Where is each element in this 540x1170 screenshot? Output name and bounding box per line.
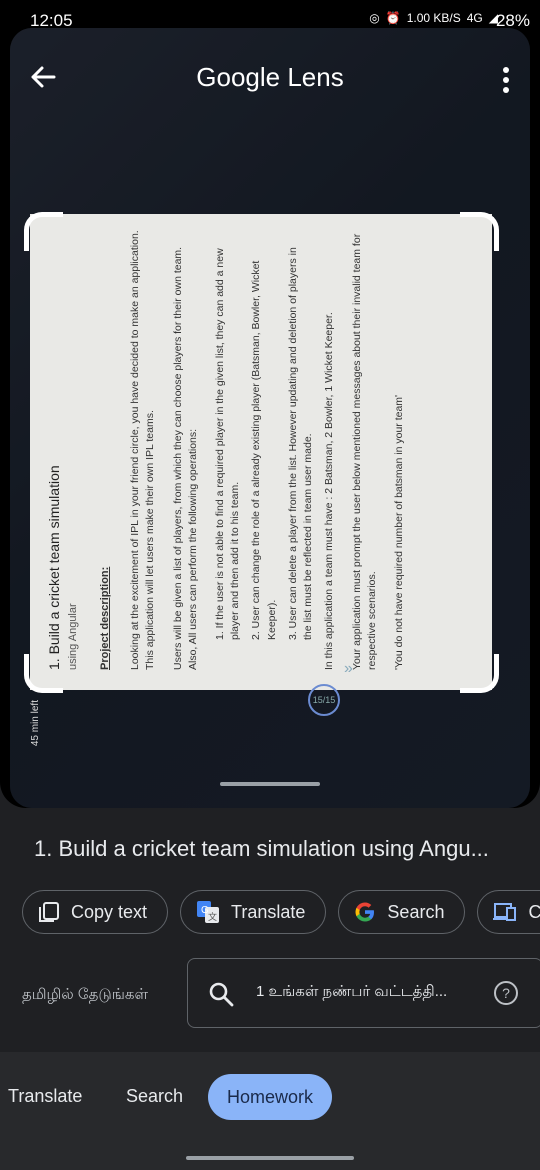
copy-icon [39,902,59,922]
data-rate: 1.00 KB/S [406,11,461,25]
app-title: Google Lens [196,62,344,92]
chip-label: Translate [231,901,306,922]
status-bar: 12:05 ◎ ⏰ 1.00 KB/S 4G ◢ 28% [0,0,540,42]
copy-text-chip[interactable]: Copy text [22,890,169,934]
paragraph: Looking at the excitement of IPL in your… [129,230,157,670]
more-options-icon[interactable] [502,66,510,94]
home-indicator[interactable] [186,1156,354,1160]
svg-text:文: 文 [208,911,217,922]
action-chips: Copy text G 文 Translate Search C [22,890,540,934]
tamil-search-label: தமிழில் தேடுங்கள் [22,986,148,1003]
page-indicator: 15/15 [308,684,340,716]
paragraph: 'You do not have required number of bats… [393,394,406,670]
status-time: 12:05 [30,11,73,30]
google-translate-icon: G 文 [197,901,220,923]
alarm-icon: ⏰ [385,11,401,25]
tamil-search-query: 1 உங்கள் நண்பர் வட்டத்தி... [256,983,448,1000]
crop-corner-bottom-left[interactable] [24,654,63,693]
devices-chip[interactable]: C [477,890,540,934]
section-title: Project description: [99,566,112,670]
double-chevron-icon: » [344,660,353,677]
search-chip[interactable]: Search [338,890,466,934]
crop-corner-top-left[interactable] [24,212,63,251]
time-left-label: 45 min left [30,700,41,747]
paragraph: In this application a team must have : 2… [323,312,336,670]
tab-translate[interactable]: Translate [8,1086,82,1107]
network-type: 4G [466,11,483,25]
chip-label: Copy text [71,901,148,922]
google-g-icon [355,902,375,922]
tab-search[interactable]: Search [126,1086,183,1107]
sheet-drag-handle[interactable] [220,782,320,786]
selected-text-region[interactable]: 1. Build a cricket team simulation using… [30,214,492,690]
devices-icon [493,903,517,921]
search-icon [209,982,234,1007]
list-item: 1. If the user is not able to find a req… [214,248,242,640]
paragraph: Users will be given a list of players, f… [171,246,199,670]
battery-level: 28% [495,11,530,30]
document-heading: 1. Build a cricket team simulation [46,465,62,670]
list-item: 2. User can change the role of a already… [250,260,278,640]
translate-chip[interactable]: G 文 Translate [180,890,327,934]
tab-homework[interactable]: Homework [208,1074,332,1120]
crop-corner-top-right[interactable] [460,212,499,251]
tamil-search-box[interactable]: 1 உங்கள் நண்பர் வட்டத்தி... ? [187,958,540,1028]
chip-label: C [528,901,540,922]
chip-label: Search [387,901,445,922]
hotspot-icon: ◎ [369,11,380,25]
document-content: 1. Build a cricket team simulation using… [30,214,492,690]
document-heading-sub: using Angular [67,603,80,670]
paragraph: Your application must prompt the user be… [350,233,378,670]
crop-corner-bottom-right[interactable] [460,654,499,693]
status-icons: ◎ ⏰ 1.00 KB/S 4G ◢ [369,11,498,25]
help-icon[interactable]: ? [494,981,518,1005]
list-item: 3. User can delete a player from the lis… [286,247,315,640]
result-title: 1. Build a cricket team simulation using… [34,836,489,861]
